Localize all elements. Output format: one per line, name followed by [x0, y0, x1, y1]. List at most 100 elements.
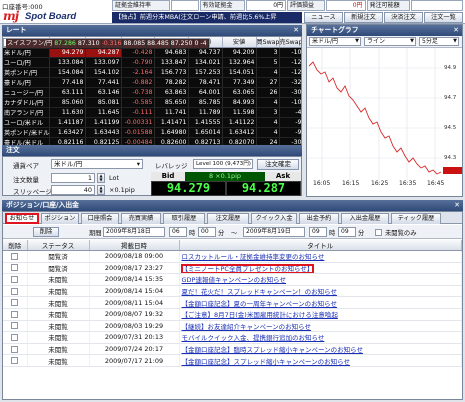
rate-cell-ask[interactable]: 87.310 — [77, 39, 102, 49]
rate-cell-ask[interactable]: 1.41199 — [85, 117, 122, 128]
delete-checkbox[interactable] — [11, 345, 19, 353]
rate-cell-bid[interactable]: 1.41187 — [49, 117, 86, 128]
confirm-order-button[interactable]: 注文確定 — [257, 159, 299, 170]
delete-checkbox[interactable] — [11, 275, 19, 283]
from-minute-select[interactable]: 00 — [198, 227, 216, 237]
chart-plot[interactable]: 94.9 94.7 94.5 94.3 — [307, 48, 462, 180]
rate-row[interactable]: 英ポンド/米ドル 1.63427 1.63443 -0.01588 1.64980 1.6… — [3, 127, 301, 138]
rate-cell-bid[interactable]: 1.63427 — [49, 127, 86, 138]
rate-cell-bid[interactable]: 133.084 — [49, 57, 86, 68]
chart-pair-select[interactable]: 米ドル/円 ▼ — [309, 37, 361, 46]
notice-title-link[interactable]: 夏だ！花火だ！スプレッドキャンペーン！のお知らせ — [182, 288, 338, 296]
notice-col-header[interactable]: 掲載日時 — [89, 240, 180, 251]
from-date-input[interactable]: 2009年8月18日 — [103, 227, 165, 237]
tab-2[interactable]: 口座照会 — [81, 213, 119, 224]
to-minute-select[interactable]: 09 — [338, 227, 356, 237]
tab-1[interactable]: ポジション — [41, 213, 79, 224]
delete-checkbox[interactable] — [11, 310, 19, 318]
close-icon[interactable]: ✕ — [293, 25, 299, 36]
slippage-spinner[interactable]: ▲ ▼ — [97, 185, 105, 195]
bid-price-button[interactable]: 94.279 — [151, 181, 226, 196]
notice-title-link[interactable]: 【ご注意】8月7日(金)米国雇用統計における注意喚起 — [182, 311, 338, 319]
delete-checkbox[interactable] — [11, 322, 19, 330]
notice-title-link[interactable]: 【金額口座記念】スプレッド縮小キャンペーンのお知らせ — [182, 358, 351, 366]
tab-9[interactable]: ティック履歴 — [391, 213, 441, 224]
notice-col-header[interactable]: ステータス — [27, 240, 90, 251]
tab-6[interactable]: クイック入金 — [251, 213, 297, 224]
notice-title-link[interactable]: モバイルクイック入金、提携銀行追加のお知らせ — [182, 334, 325, 342]
notice-row[interactable]: 未閲覧 2009/08/14 15:35 GDP速報値キャンペーンのお知らせ — [3, 273, 462, 286]
rate-cell-bid[interactable]: 154.084 — [49, 67, 86, 78]
leverage-select[interactable]: Level 100 (9,473円) — [193, 159, 253, 169]
rate-cell-bid[interactable]: 77.418 — [49, 77, 86, 88]
rate-cell-bid[interactable]: 63.111 — [49, 87, 86, 98]
rates-col-header[interactable]: 売Swap — [279, 37, 301, 48]
order-list-button[interactable]: 注文一覧 — [424, 12, 463, 23]
notice-row[interactable]: 閲覧済 2009/08/17 23:27 【ミニノートPC全員プレゼントのお知らせ】 — [3, 262, 462, 275]
rate-row[interactable]: カナダドル/円 85.060 85.081 -0.585 85.650 85.785 84.… — [3, 97, 301, 108]
notice-row[interactable]: 未閲覧 2009/08/14 15:04 夏だ！花火だ！スプレッドキャンペーン！のお… — [3, 285, 462, 298]
rate-cell-ask[interactable]: 1.63443 — [85, 127, 122, 138]
tab-3[interactable]: 売買実績 — [121, 213, 161, 224]
delete-checkbox[interactable] — [11, 252, 19, 260]
chart-type-select[interactable]: ライン ▼ — [364, 37, 416, 46]
new-order-button[interactable]: 新規注文 — [344, 12, 383, 23]
rate-row[interactable]: スイスフラン/円 87.286 87.310 -0.316 88.085 88.485 87… — [3, 38, 210, 49]
rate-cell-ask[interactable]: 133.097 — [85, 57, 122, 68]
rates-col-header[interactable]: 安値 — [222, 37, 257, 48]
close-icon[interactable]: ✕ — [453, 25, 459, 36]
rate-row[interactable]: ユーロ/円 133.084 133.097 -0.790 133.847 134.021 1… — [3, 57, 301, 68]
notice-title-link[interactable]: 【継続】お友達紹介キャンペーンのお知らせ — [182, 323, 312, 331]
delete-checkbox[interactable] — [11, 357, 19, 365]
rate-cell-ask[interactable]: 11.645 — [85, 107, 122, 118]
notice-row[interactable]: 未閲覧 2009/07/31 20:13 モバイルクイック入金、提携銀行追加のお知ら… — [3, 331, 462, 344]
delete-checkbox[interactable] — [11, 264, 19, 272]
delete-checkbox[interactable] — [11, 299, 19, 307]
rates-col-header[interactable]: 買Swap — [256, 37, 280, 48]
rate-row[interactable]: 豪ドル/円 77.418 77.441 -0.882 78.282 78.471 77.34… — [3, 77, 301, 88]
rate-row[interactable]: ニュージー/円 63.111 63.146 -0.738 63.863 64.001 63.… — [3, 87, 301, 98]
rate-cell-bid[interactable]: 85.060 — [49, 97, 86, 108]
rate-cell-bid[interactable]: 87.286 — [53, 39, 78, 49]
pair-select[interactable]: 米ドル/円 ▾ — [51, 159, 143, 169]
notice-col-header[interactable]: 削除 — [3, 240, 28, 251]
from-hour-select[interactable]: 06 — [169, 227, 187, 237]
notice-col-header[interactable]: タイトル — [179, 240, 462, 251]
news-button[interactable]: ニュース — [304, 12, 343, 23]
tab-5[interactable]: 注文履歴 — [207, 213, 249, 224]
settle-order-button[interactable]: 決済注文 — [384, 12, 423, 23]
rate-row[interactable]: ユーロ/米ドル 1.41187 1.41199 -0.00331 1.41471 1.41… — [3, 117, 301, 128]
rate-row[interactable]: 英ポンド/円 154.084 154.102 -2.164 156.773 157.253… — [3, 67, 301, 78]
rate-cell-ask[interactable]: 63.146 — [85, 87, 122, 98]
ask-price-button[interactable]: 94.287 — [226, 181, 301, 196]
rate-row[interactable]: 南アランド/円 11.630 11.645 -0.111 11.741 11.789 11.… — [3, 107, 301, 118]
delete-checkbox[interactable] — [11, 333, 19, 341]
notice-row[interactable]: 未閲覧 2009/08/07 19:32 【ご注意】8月7日(金)米国雇用統計におけ… — [3, 308, 462, 321]
delete-checkbox[interactable] — [11, 287, 19, 295]
qty-spinner[interactable]: ▲ ▼ — [97, 173, 105, 183]
notice-title-link[interactable]: ロスカットルール・証拠金維持率変更のお知らせ — [182, 253, 325, 261]
notice-row[interactable]: 未閲覧 2009/07/24 20:17 【金額口座記念】臨時スプレッド縮小キャンペ… — [3, 343, 462, 356]
notice-row[interactable]: 未閲覧 2009/07/17 21:09 【金額口座記念】スプレッド縮小キャンペーン… — [3, 354, 462, 367]
tab-7[interactable]: 出金予約 — [299, 213, 339, 224]
unread-only-checkbox[interactable] — [375, 229, 382, 236]
qty-input[interactable]: 1 — [51, 173, 95, 183]
to-hour-select[interactable]: 09 — [309, 227, 327, 237]
to-date-input[interactable]: 2009年8月19日 — [243, 227, 305, 237]
notice-title-link[interactable]: 【金額口座記念】夏の一周年キャンペーンのお知らせ — [182, 300, 338, 308]
close-icon[interactable]: ✕ — [454, 200, 460, 211]
tab-0[interactable]: お知らせ — [5, 213, 39, 224]
chart-period-select[interactable]: 5分足 ▼ — [419, 37, 459, 46]
slippage-input[interactable]: 40 — [51, 185, 95, 195]
notice-row[interactable]: 未閲覧 2009/08/11 15:04 【金額口座記念】夏の一周年キャンペーンのお… — [3, 296, 462, 309]
notice-title-link[interactable]: 【金額口座記念】臨時スプレッド縮小キャンペーンのお知らせ — [182, 346, 364, 354]
rate-cell-ask[interactable]: 85.081 — [85, 97, 122, 108]
tab-8[interactable]: 入出金履歴 — [341, 213, 389, 224]
news-ticker[interactable]: 【独占】前週分末MBA(注文ローン申請、前週比5.6%上昇 — [112, 12, 302, 23]
notice-title-link[interactable]: GDP速報値キャンペーンのお知らせ — [182, 276, 287, 284]
rate-cell-ask[interactable]: 77.441 — [85, 77, 122, 88]
rate-cell-bid[interactable]: 11.630 — [49, 107, 86, 118]
rate-cell-ask[interactable]: 154.102 — [85, 67, 122, 78]
tab-4[interactable]: 取引履歴 — [163, 213, 205, 224]
notice-title-link[interactable]: 【ミニノートPC全員プレゼントのお知らせ】 — [180, 263, 315, 273]
